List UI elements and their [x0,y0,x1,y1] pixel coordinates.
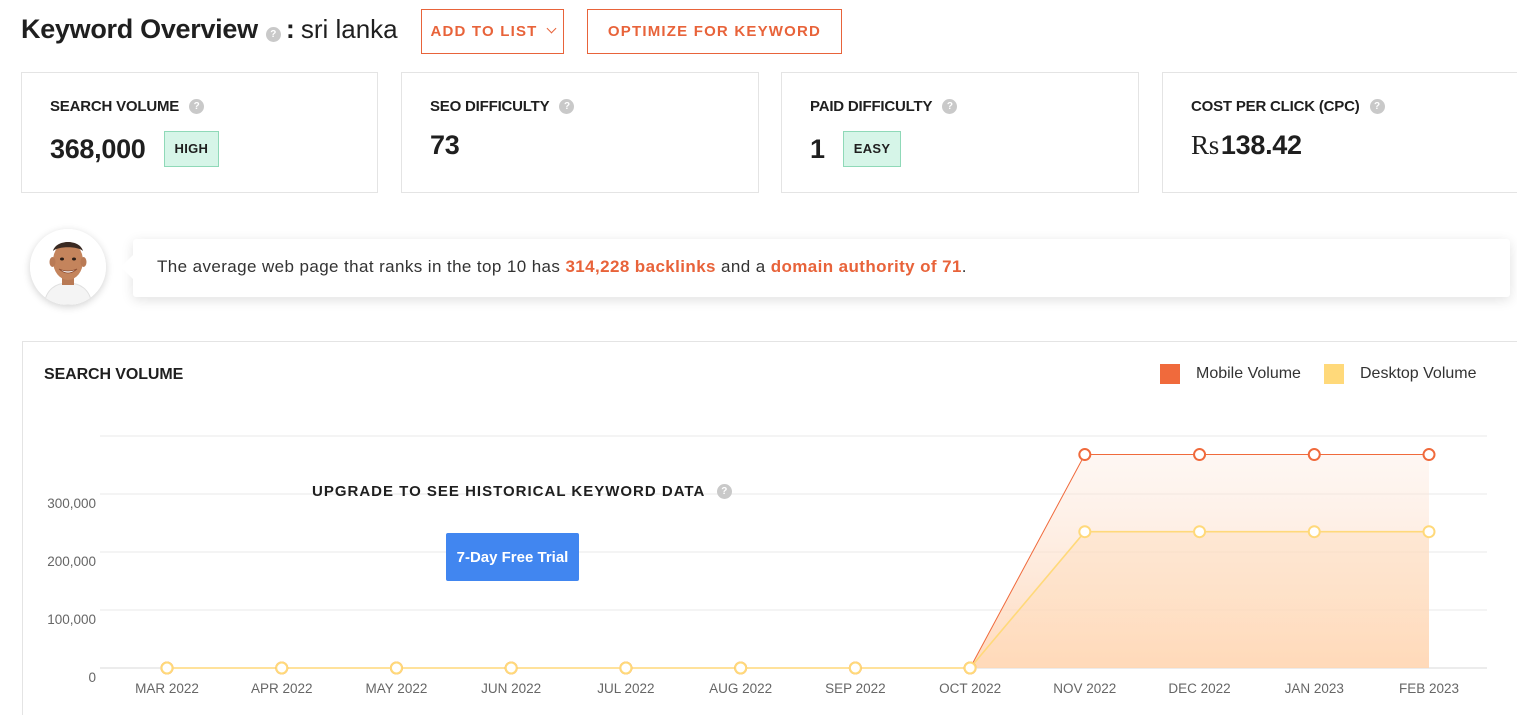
desktop-point [619,661,633,675]
x-tick-label: DEC 2022 [1168,681,1230,696]
x-tick-label: SEP 2022 [825,681,886,696]
desktop-point [1078,525,1092,539]
mobile-point [1193,448,1207,462]
x-tick-label: OCT 2022 [939,681,1001,696]
y-tick-label: 200,000 [47,554,96,569]
x-tick-label: APR 2022 [251,681,313,696]
desktop-point [160,661,174,675]
upgrade-notice: UPGRADE TO SEE HISTORICAL KEYWORD DATA ? [312,483,733,500]
upgrade-text: UPGRADE TO SEE HISTORICAL KEYWORD DATA [312,483,706,500]
x-tick-label: FEB 2023 [1399,681,1459,696]
desktop-point [1307,525,1321,539]
x-tick-label: JUN 2022 [481,681,541,696]
y-tick-label: 100,000 [47,612,96,627]
free-trial-label: 7-Day Free Trial [456,548,569,566]
mobile-point [1422,448,1436,462]
y-tick-label: 300,000 [47,496,96,511]
desktop-point [734,661,748,675]
mobile-point [1078,448,1092,462]
desktop-point [504,661,518,675]
search-volume-chart: 0 100,000 200,000 300,000 MAR 2022 APR 2022 M… [47,435,1487,696]
y-tick-label: 0 [88,670,96,685]
x-tick-label: JAN 2023 [1285,681,1344,696]
x-tick-label: JUL 2022 [597,681,654,696]
x-tick-label: AUG 2022 [709,681,772,696]
desktop-point [963,661,977,675]
desktop-point [389,661,403,675]
free-trial-button[interactable]: 7-Day Free Trial [446,533,579,581]
mobile-point [1307,448,1321,462]
desktop-point [848,661,862,675]
desktop-point [275,661,289,675]
help-icon[interactable]: ? [717,484,733,499]
x-tick-label: MAR 2022 [135,681,199,696]
desktop-point [1193,525,1207,539]
x-tick-label: MAY 2022 [366,681,428,696]
x-tick-label: NOV 2022 [1053,681,1116,696]
desktop-point [1422,525,1436,539]
